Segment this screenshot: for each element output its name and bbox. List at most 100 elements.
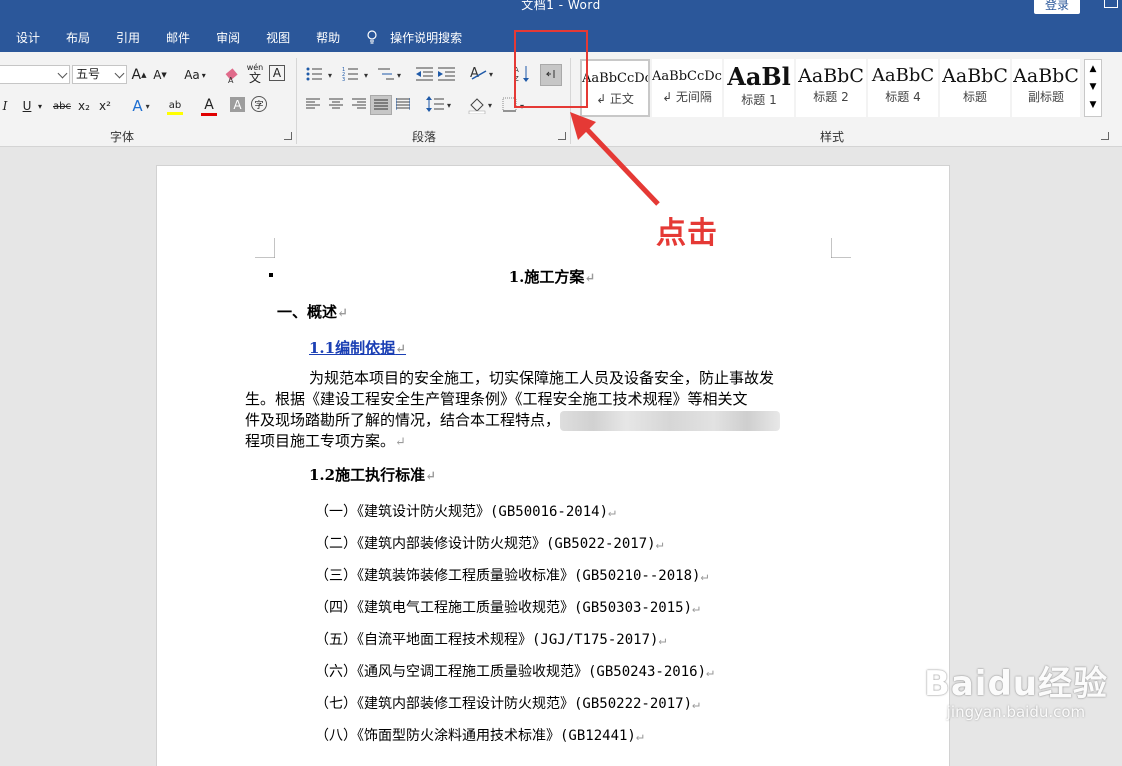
document-page[interactable]: 1.施工方案↵ 一、概述↵ 1.1编制依据↵ 为规范本项目的安全施工，切实保障施… <box>157 166 949 766</box>
list-item[interactable]: （五）《自流平地面工程技术规程》(JGJ/T175-2017)↵ <box>315 629 827 649</box>
style-name: ↲ 正文 <box>596 92 634 106</box>
superscript-label: x² <box>99 99 111 113</box>
style-name: 标题 2 <box>813 90 849 104</box>
font-name-combo[interactable] <box>0 65 70 84</box>
distributed-icon[interactable] <box>396 98 410 110</box>
tab-review[interactable]: 审阅 <box>216 29 240 46</box>
underline-label: U <box>22 99 32 113</box>
margin-corner-marker <box>831 238 851 258</box>
clear-formatting-icon[interactable]: A <box>225 66 241 84</box>
tab-references[interactable]: 引用 <box>116 29 140 46</box>
chinese-layout-icon[interactable]: A ▾ <box>470 64 498 82</box>
heading-overview[interactable]: 一、概述↵ <box>277 301 827 322</box>
list-item[interactable]: （六）《通风与空调工程施工质量验收规范》(GB50243-2016)↵ <box>315 661 827 681</box>
list-item[interactable]: （四）《建筑电气工程施工质量验收规范》(GB50303-2015)↵ <box>315 597 827 617</box>
document-title[interactable]: 1.施工方案↵ <box>277 266 827 287</box>
italic-label: I <box>2 99 8 113</box>
tab-mailings[interactable]: 邮件 <box>166 29 190 46</box>
font-color-button[interactable]: A <box>195 96 223 118</box>
line-spacing-icon[interactable]: ▾ <box>426 96 454 112</box>
styles-group-label: 样式 <box>820 130 845 144</box>
document-body[interactable]: 1.施工方案↵ 一、概述↵ 1.1编制依据↵ 为规范本项目的安全施工，切实保障施… <box>245 266 827 757</box>
style-title[interactable]: AaBbC 标题 <box>940 59 1010 117</box>
font-dialog-launcher-icon[interactable] <box>284 132 292 140</box>
svg-text:▾: ▾ <box>489 70 493 79</box>
align-center-icon[interactable] <box>329 98 343 110</box>
login-button[interactable]: 登录 <box>1034 0 1080 14</box>
multilevel-list-icon[interactable]: ▾ <box>378 66 408 82</box>
svg-text:A: A <box>228 76 234 84</box>
tab-view[interactable]: 视图 <box>266 29 290 46</box>
styles-gallery-scroll[interactable]: ▲ ▼ ▼ <box>1084 59 1102 117</box>
style-no-spacing[interactable]: AaBbCcDc ↲ 无间隔 <box>652 59 722 117</box>
paragraph-group-label: 段落 <box>412 130 437 144</box>
increase-indent-icon[interactable] <box>438 66 456 82</box>
tab-layout[interactable]: 布局 <box>66 29 90 46</box>
svg-text:▾: ▾ <box>397 71 401 80</box>
grow-font-button[interactable]: A ▲ <box>131 65 147 85</box>
character-shading-button[interactable]: A <box>230 97 245 112</box>
phonetic-bottom: 文 <box>248 71 261 85</box>
font-size-combo[interactable]: 五号 <box>72 65 127 84</box>
highlight-color-bar <box>167 111 183 115</box>
restore-window-icon[interactable] <box>1104 0 1118 8</box>
redacted-text <box>560 411 781 431</box>
strikethrough-button[interactable]: abc <box>52 96 72 116</box>
shading-icon[interactable]: ▾ <box>468 96 496 114</box>
text-effects-button[interactable]: A ▾ <box>126 96 156 116</box>
more-styles-icon[interactable]: ▼ <box>1085 96 1101 114</box>
style-sample: AaBl <box>727 62 791 91</box>
tab-design[interactable]: 设计 <box>16 29 40 46</box>
character-shading-label: A <box>233 97 242 112</box>
list-item[interactable]: （三）《建筑装饰装修工程质量验收标准》(GB50210--2018)↵ <box>315 565 827 585</box>
paragraph-dialog-launcher-icon[interactable] <box>558 132 566 140</box>
scroll-down-icon[interactable]: ▼ <box>1085 78 1101 96</box>
bullets-icon[interactable]: ▾ <box>306 66 340 82</box>
style-heading-2[interactable]: AaBbC 标题 2 <box>796 59 866 117</box>
styles-dialog-launcher-icon[interactable] <box>1101 132 1109 140</box>
annotation-text: 点击 <box>656 216 718 251</box>
text-effects-label: A <box>132 97 143 115</box>
subscript-button[interactable]: x₂ <box>77 96 91 116</box>
style-name: 标题 1 <box>741 93 777 107</box>
enclose-characters-button[interactable]: 字 <box>251 96 267 112</box>
heading-compile-basis[interactable]: 1.1编制依据↵ <box>309 337 827 358</box>
list-item[interactable]: （八）《饰面型防火涂料通用技术标准》(GB12441)↵ <box>315 725 827 745</box>
list-item[interactable]: （七）《建筑内部装修工程设计防火规范》(GB50222-2017)↵ <box>315 693 827 713</box>
shrink-font-button[interactable]: A ▼ <box>152 65 168 85</box>
italic-button[interactable]: I <box>0 96 10 116</box>
style-sample: AaBbC <box>798 65 864 87</box>
list-item[interactable]: （一）《建筑设计防火规范》(GB50016-2014)↵ <box>315 501 827 521</box>
highlight-label: ab <box>168 99 182 111</box>
highlight-button[interactable]: ab <box>160 96 190 118</box>
tell-me-search[interactable]: 操作说明搜索 <box>366 29 462 46</box>
superscript-button[interactable]: x² <box>98 96 112 116</box>
align-right-icon[interactable] <box>352 98 366 110</box>
underline-button[interactable]: U <box>20 96 34 116</box>
character-border-button[interactable]: A <box>269 65 285 81</box>
style-name: 副标题 <box>1027 90 1064 104</box>
style-heading-4[interactable]: AaBbC 标题 4 <box>868 59 938 117</box>
svg-text:▾: ▾ <box>328 71 332 80</box>
underline-dropdown-icon[interactable]: ▾ <box>36 96 44 116</box>
style-heading-1[interactable]: AaBl 标题 1 <box>724 59 794 117</box>
style-sample: AaBbC <box>1013 65 1079 87</box>
scroll-up-icon[interactable]: ▲ <box>1085 60 1101 78</box>
style-sample: AaBbC <box>871 65 935 86</box>
list-item[interactable]: （二）《建筑内部装修设计防火规范》(GB5022-2017)↵ <box>315 533 827 553</box>
body-paragraph[interactable]: 为规范本项目的安全施工，切实保障施工人员及设备安全，防止事故发 生。根据《建设工… <box>245 368 827 453</box>
numbering-icon[interactable]: 1 2 3 ▾ <box>342 66 376 82</box>
svg-text:A: A <box>470 66 479 81</box>
change-case-button[interactable]: Aa ▾ <box>181 65 209 85</box>
justify-button[interactable] <box>370 95 392 115</box>
decrease-indent-icon[interactable] <box>416 66 434 82</box>
heading-standards[interactable]: 1.2施工执行标准↵ <box>309 464 827 485</box>
margin-corner-marker <box>255 238 275 258</box>
style-subtitle[interactable]: AaBbC 副标题 <box>1012 59 1080 117</box>
strikethrough-label: abc <box>53 100 71 112</box>
phonetic-guide-button[interactable]: wén 文 <box>245 60 265 86</box>
tab-help[interactable]: 帮助 <box>316 29 340 46</box>
style-normal[interactable]: AaBbCcDc ↲ 正文 <box>580 59 650 117</box>
align-left-icon[interactable] <box>306 98 320 110</box>
change-case-label: Aa <box>184 68 200 82</box>
